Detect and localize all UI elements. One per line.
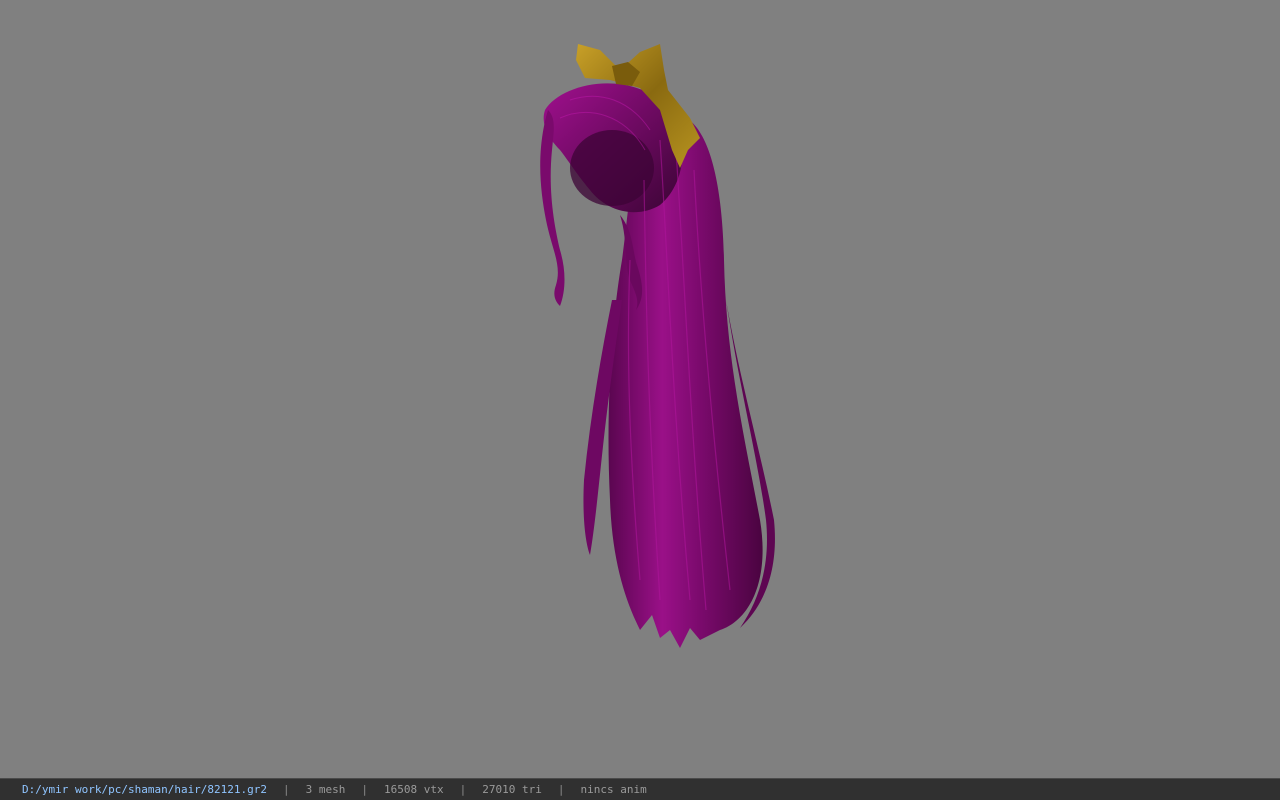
separator: |: [361, 783, 369, 796]
separator: |: [557, 783, 565, 796]
separator: |: [283, 783, 290, 796]
triangle-count: 27010 tri: [482, 783, 542, 796]
mesh-count: 3 mesh: [305, 783, 346, 796]
hair-model-render: [540, 44, 775, 648]
vertex-count: 16508 vtx: [384, 783, 444, 796]
file-path: D:/ymir work/pc/shaman/hair/82121.gr2: [22, 783, 268, 796]
anim-status: nincs anim: [580, 783, 647, 796]
3d-viewport[interactable]: [0, 0, 1280, 778]
separator: |: [459, 783, 467, 796]
status-bar: D:/ymir work/pc/shaman/hair/82121.gr2 | …: [0, 778, 1280, 800]
